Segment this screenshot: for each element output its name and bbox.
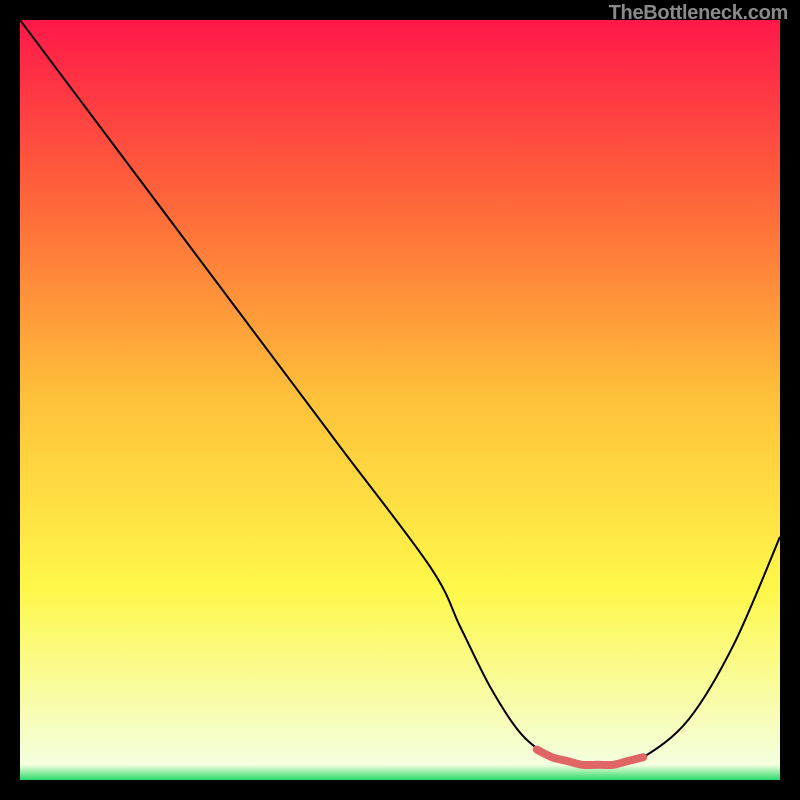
chart-svg: [20, 20, 780, 780]
plot-area: [20, 20, 780, 780]
gradient-background: [20, 20, 780, 780]
chart-container: TheBottleneck.com: [0, 0, 800, 800]
watermark-text: TheBottleneck.com: [609, 2, 788, 25]
